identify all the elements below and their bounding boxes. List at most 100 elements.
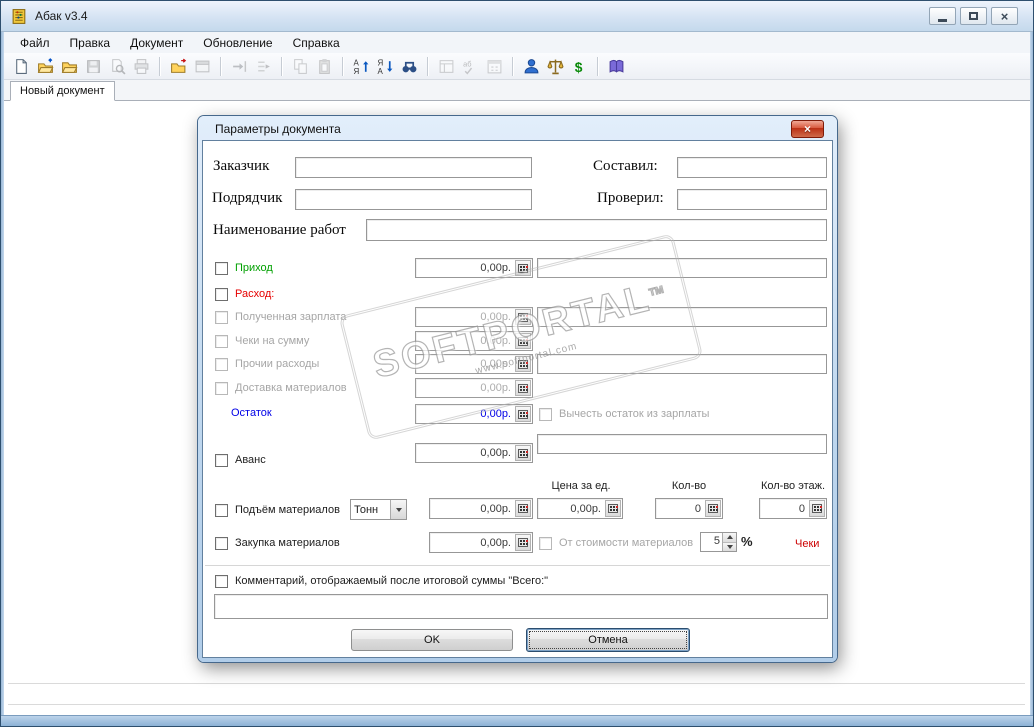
compiler-input[interactable] <box>677 157 827 178</box>
sort-ascending-button[interactable]: АЯ <box>349 54 373 78</box>
menu-update[interactable]: Обновление <box>193 32 282 53</box>
receipts-link[interactable]: Чеки <box>795 538 819 550</box>
calculator-button[interactable] <box>705 500 721 517</box>
save-icon <box>86 59 100 73</box>
currency-dollar-button[interactable]: $ <box>567 54 591 78</box>
other-expenses-checkbox[interactable] <box>215 357 228 371</box>
open-import-button[interactable] <box>33 54 57 78</box>
percent-spinner[interactable]: 5 <box>700 532 737 552</box>
calculator-button[interactable] <box>515 500 531 517</box>
other-expenses-description-input[interactable] <box>537 354 827 374</box>
calculator-button[interactable] <box>515 445 531 461</box>
calculator-button[interactable] <box>515 534 531 551</box>
lifting-amount-field[interactable]: 0,00р. <box>429 498 533 519</box>
expense-checkbox[interactable] <box>215 287 228 301</box>
comment-input[interactable] <box>214 594 828 619</box>
customer-input[interactable] <box>295 157 532 178</box>
lifting-price-field[interactable]: 0,00р. <box>537 498 623 519</box>
print-preview-button[interactable] <box>105 54 129 78</box>
merge-rows-button[interactable] <box>251 54 275 78</box>
salary-checkbox[interactable] <box>215 310 228 324</box>
calendar-button[interactable] <box>482 54 506 78</box>
work-name-input[interactable] <box>366 219 827 241</box>
calculator-button[interactable] <box>515 406 531 422</box>
lifting-checkbox[interactable] <box>215 503 228 517</box>
delivery-amount-field[interactable]: 0,00р. <box>415 378 533 398</box>
calculator-button[interactable] <box>605 500 621 517</box>
remainder-label: Остаток <box>231 407 272 419</box>
print-button[interactable] <box>129 54 153 78</box>
help-book-button[interactable] <box>604 54 628 78</box>
advance-description-input[interactable] <box>537 434 827 454</box>
receipts-amount-field[interactable]: 0,00р. <box>415 331 533 351</box>
purchase-checkbox[interactable] <box>215 536 228 550</box>
sort-descending-button[interactable]: ЯА <box>373 54 397 78</box>
report-button[interactable] <box>434 54 458 78</box>
calculator-button[interactable] <box>515 380 531 396</box>
calculator-icon <box>518 312 528 322</box>
checker-input[interactable] <box>677 189 827 210</box>
advance-row: Аванс <box>215 453 266 467</box>
open-folder-button[interactable] <box>57 54 81 78</box>
calculator-icon <box>518 336 528 346</box>
calculator-button[interactable] <box>515 333 531 349</box>
tab-new-document[interactable]: Новый документ <box>10 81 115 101</box>
export-folder-button[interactable] <box>166 54 190 78</box>
ok-button[interactable]: OK <box>351 629 513 651</box>
cancel-button[interactable]: Отмена <box>526 628 690 652</box>
spell-check-button[interactable]: аб <box>458 54 482 78</box>
dropdown-arrow-icon[interactable] <box>390 500 406 519</box>
receipts-label: Чеки на сумму <box>235 335 310 347</box>
spinner-down-button[interactable] <box>723 541 736 551</box>
lifting-quantity-field[interactable]: 0 <box>655 498 723 519</box>
customer-label: Заказчик <box>213 158 270 174</box>
window-view-button[interactable] <box>190 54 214 78</box>
spinner-up-button[interactable] <box>723 533 736 542</box>
salary-amount-field[interactable]: 0,00р. <box>415 307 533 327</box>
contractor-input[interactable] <box>295 189 532 210</box>
menu-edit[interactable]: Правка <box>60 32 121 53</box>
calculator-button[interactable] <box>515 356 531 372</box>
calculator-button[interactable] <box>515 260 531 276</box>
deduct-remainder-checkbox[interactable] <box>539 407 552 421</box>
minimize-button[interactable] <box>929 7 956 25</box>
calculator-button[interactable] <box>809 500 825 517</box>
unit-combobox[interactable]: Тонн <box>350 499 407 520</box>
of-materials-cost-checkbox[interactable] <box>539 536 552 550</box>
lifting-label: Подъём материалов <box>235 504 340 516</box>
comment-checkbox[interactable] <box>215 574 228 588</box>
new-document-button[interactable] <box>9 54 33 78</box>
toolbar-separator <box>512 56 513 76</box>
maximize-button[interactable] <box>960 7 987 25</box>
delivery-checkbox[interactable] <box>215 381 228 395</box>
purchase-amount-field[interactable]: 0,00р. <box>429 532 533 553</box>
income-description-input[interactable] <box>537 258 827 278</box>
income-checkbox[interactable] <box>215 261 228 275</box>
currency-dollar-icon: $ <box>574 58 582 74</box>
salary-label: Полученная зарплата <box>235 311 347 323</box>
close-button[interactable]: × <box>991 7 1018 25</box>
find-button[interactable] <box>397 54 421 78</box>
window-controls: × <box>929 7 1018 25</box>
save-button[interactable] <box>81 54 105 78</box>
menu-document[interactable]: Документ <box>120 32 193 53</box>
calculator-icon <box>518 359 528 369</box>
salary-description-input[interactable] <box>537 307 827 327</box>
user-button[interactable] <box>519 54 543 78</box>
dialog-close-button[interactable]: × <box>791 120 824 138</box>
calculator-button[interactable] <box>515 309 531 325</box>
lifting-floors-field[interactable]: 0 <box>759 498 827 519</box>
move-right-button[interactable] <box>227 54 251 78</box>
advance-amount-field[interactable]: 0,00р. <box>415 443 533 463</box>
remainder-amount-field[interactable]: 0,00р. <box>415 404 533 424</box>
menu-file[interactable]: Файл <box>10 32 60 53</box>
scales-button[interactable] <box>543 54 567 78</box>
of-materials-cost-label: От стоимости материалов <box>559 537 694 549</box>
other-expenses-amount-field[interactable]: 0,00р. <box>415 354 533 374</box>
income-amount-field[interactable]: 0,00р. <box>415 258 533 278</box>
advance-checkbox[interactable] <box>215 453 228 467</box>
menu-help[interactable]: Справка <box>283 32 350 53</box>
paste-button[interactable] <box>312 54 336 78</box>
receipts-checkbox[interactable] <box>215 334 228 348</box>
copy-button[interactable] <box>288 54 312 78</box>
